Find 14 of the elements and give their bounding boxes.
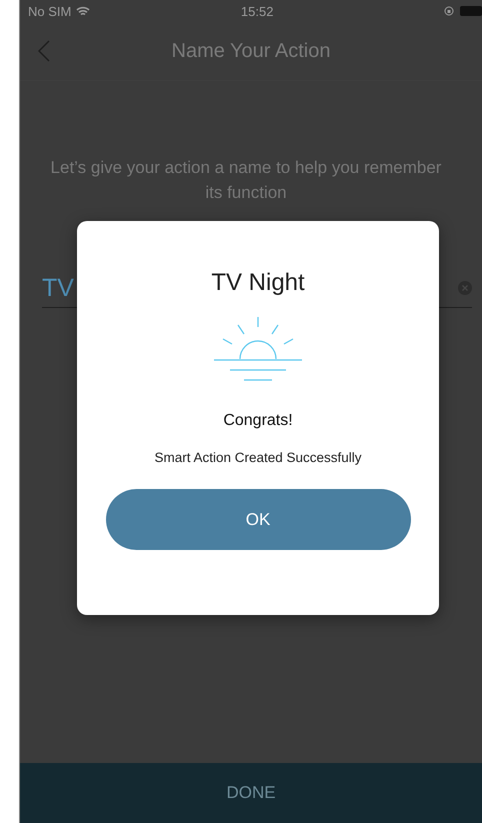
dialog-heading: Congrats! [223,412,293,430]
ok-button[interactable]: OK [106,489,410,550]
clock-text: 15:52 [240,4,274,18]
orientation-lock-icon [444,6,454,16]
dialog-title: TV Night [211,269,305,297]
carrier-text: No SIM [28,4,72,18]
back-icon[interactable] [38,40,50,62]
instruction-text: Let’s give your action a name to help you remember its function [50,157,442,204]
done-button[interactable]: DONE [20,763,482,823]
page-title: Name Your Action [172,40,330,62]
battery-icon [460,6,482,16]
dialog-message: Smart Action Created Successfully [154,450,362,465]
wifi-icon [76,6,90,16]
clear-icon[interactable] [458,281,472,295]
